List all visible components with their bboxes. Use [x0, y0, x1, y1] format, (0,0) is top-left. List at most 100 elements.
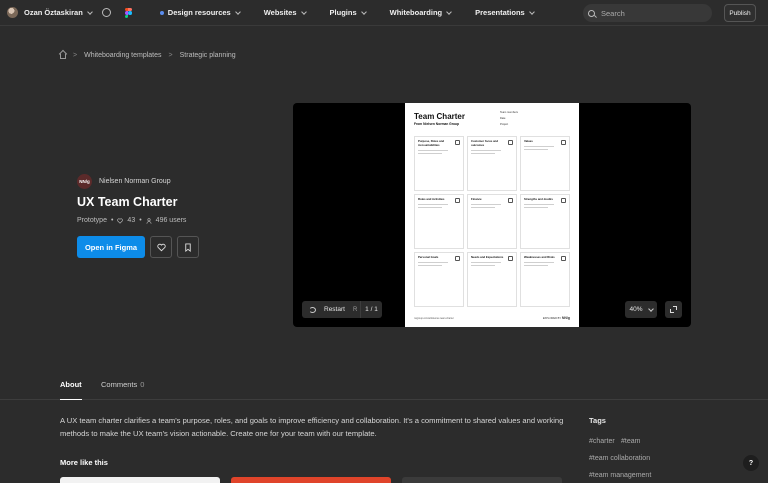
notification-icon[interactable] [101, 8, 111, 17]
creator[interactable]: NN/g Nielsen Norman Group [77, 174, 171, 189]
page-indicator: 1 / 1 [360, 301, 382, 318]
card-line [471, 262, 501, 263]
chevron-down-icon [446, 8, 452, 15]
charter-card: Strengths and doubts [520, 194, 570, 249]
card-line [471, 207, 495, 208]
detail-tabs: About Comments 0 [0, 374, 768, 400]
breadcrumb: > Whiteboarding templates > Strategic pl… [60, 52, 236, 59]
more-like-this-heading: More like this [60, 458, 108, 467]
heart-icon [117, 218, 124, 224]
card-icon [455, 140, 460, 145]
tag-team-collaboration[interactable]: #team collaboration [589, 455, 650, 462]
like-button[interactable] [150, 236, 172, 258]
card-icon [561, 198, 566, 203]
chevron-down-icon [360, 8, 367, 15]
active-dot-icon [159, 10, 164, 15]
card-line [418, 153, 442, 154]
card-title: Strengths and doubts [524, 197, 553, 201]
card-line [418, 265, 442, 266]
description: A UX team charter clarifies a team's pur… [60, 416, 564, 438]
card-icon [508, 198, 513, 203]
card-title: Purpose, Roles and Accountabilities [418, 139, 445, 147]
tab-comments[interactable]: Comments 0 [101, 380, 144, 389]
related-thumbnail[interactable] [60, 477, 220, 483]
doc-footer-credit-label: EXPLORED BY [542, 317, 562, 320]
charter-card: Needs and Expectations [467, 252, 517, 307]
card-line [471, 265, 495, 266]
nav-label: Whiteboarding [389, 8, 443, 17]
home-icon[interactable] [60, 52, 66, 59]
doc-side-fields: Team members Date Project [500, 110, 518, 128]
restart-icon [309, 306, 316, 313]
charter-card: Customer focus and outcomes [467, 136, 517, 191]
help-button[interactable]: ? [743, 455, 759, 471]
doc-side-field: Project [500, 123, 509, 126]
tag-team[interactable]: #team [621, 438, 640, 445]
zoom-dropdown[interactable]: 40% [625, 301, 657, 318]
card-line [471, 150, 501, 151]
search-placeholder: Search [601, 8, 625, 18]
chevron-down-icon [528, 8, 535, 15]
zoom-value: 40% [629, 306, 643, 313]
nav-label: Plugins [329, 8, 357, 17]
doc-subtitle: From Nielsen Norman Group [414, 122, 460, 126]
heart-icon [156, 243, 166, 251]
card-line [524, 265, 548, 266]
related-thumbnail[interactable] [231, 477, 391, 483]
chevron-down-icon [647, 305, 654, 312]
user-menu[interactable]: Ozan Öztaskiran [7, 7, 93, 18]
breadcrumb-whiteboarding-templates[interactable]: Whiteboarding templates [84, 52, 161, 59]
card-icon [508, 140, 513, 145]
card-title: Values [524, 139, 533, 143]
creator-logo: NN/g [77, 174, 92, 189]
card-line [471, 153, 495, 154]
nav-plugins[interactable]: Plugins [318, 0, 378, 26]
expand-icon [670, 306, 677, 313]
main-nav: Design resources Websites Plugins Whiteb… [148, 0, 546, 26]
charter-card: Personal Goals [414, 252, 464, 307]
bookmark-button[interactable] [177, 236, 199, 258]
meta-separator: • [139, 217, 142, 224]
prototype-preview[interactable]: Team Charter From Nielsen Norman Group T… [293, 103, 691, 327]
card-title: Personal Goals [418, 255, 439, 259]
fullscreen-button[interactable] [665, 301, 682, 318]
avatar [7, 7, 18, 18]
nav-websites[interactable]: Websites [252, 0, 318, 26]
tag-team-management[interactable]: #team management [589, 472, 651, 479]
card-icon [455, 256, 460, 261]
doc-footer-credit: EXPLORED BY NN/g [543, 316, 570, 320]
bookmark-icon [185, 242, 191, 252]
nav-design-resources[interactable]: Design resources [148, 0, 252, 26]
search-input[interactable]: Search [583, 4, 712, 22]
page-title: UX Team Charter [77, 195, 178, 209]
top-navigation-bar: Ozan Öztaskiran Design resources Website… [0, 0, 768, 26]
card-line [418, 207, 442, 208]
card-title: Roles and Activities [418, 197, 445, 201]
file-meta: Prototype • 43 • 496 users [77, 217, 186, 224]
tags-heading: Tags [589, 416, 606, 425]
publish-button[interactable]: Publish [724, 4, 756, 22]
comments-count: 0 [140, 380, 145, 389]
open-in-figma-button[interactable]: Open in Figma [77, 236, 145, 258]
tab-about[interactable]: About [60, 380, 82, 400]
chevron-down-icon [300, 8, 307, 15]
card-line [524, 149, 548, 150]
nav-whiteboarding[interactable]: Whiteboarding [378, 0, 464, 26]
user-count: 496 users [155, 217, 187, 224]
tag-charter[interactable]: #charter [589, 438, 615, 445]
card-line [524, 204, 554, 205]
charter-card: Values [520, 136, 570, 191]
related-thumbnail[interactable] [402, 477, 562, 483]
charter-card: Weaknesses and Risks [520, 252, 570, 307]
nav-label: Design resources [167, 8, 231, 17]
breadcrumb-strategic-planning[interactable]: Strategic planning [180, 52, 236, 59]
restart-button[interactable]: Restart R 1 / 1 [302, 301, 382, 318]
chevron-down-icon [234, 8, 241, 15]
card-line [418, 150, 448, 151]
nav-presentations[interactable]: Presentations [463, 0, 546, 26]
tab-comments-label: Comments [101, 380, 138, 389]
figma-logo-icon[interactable] [124, 7, 132, 18]
breadcrumb-separator: > [168, 52, 173, 59]
user-icon [146, 217, 152, 224]
card-line [524, 262, 554, 263]
